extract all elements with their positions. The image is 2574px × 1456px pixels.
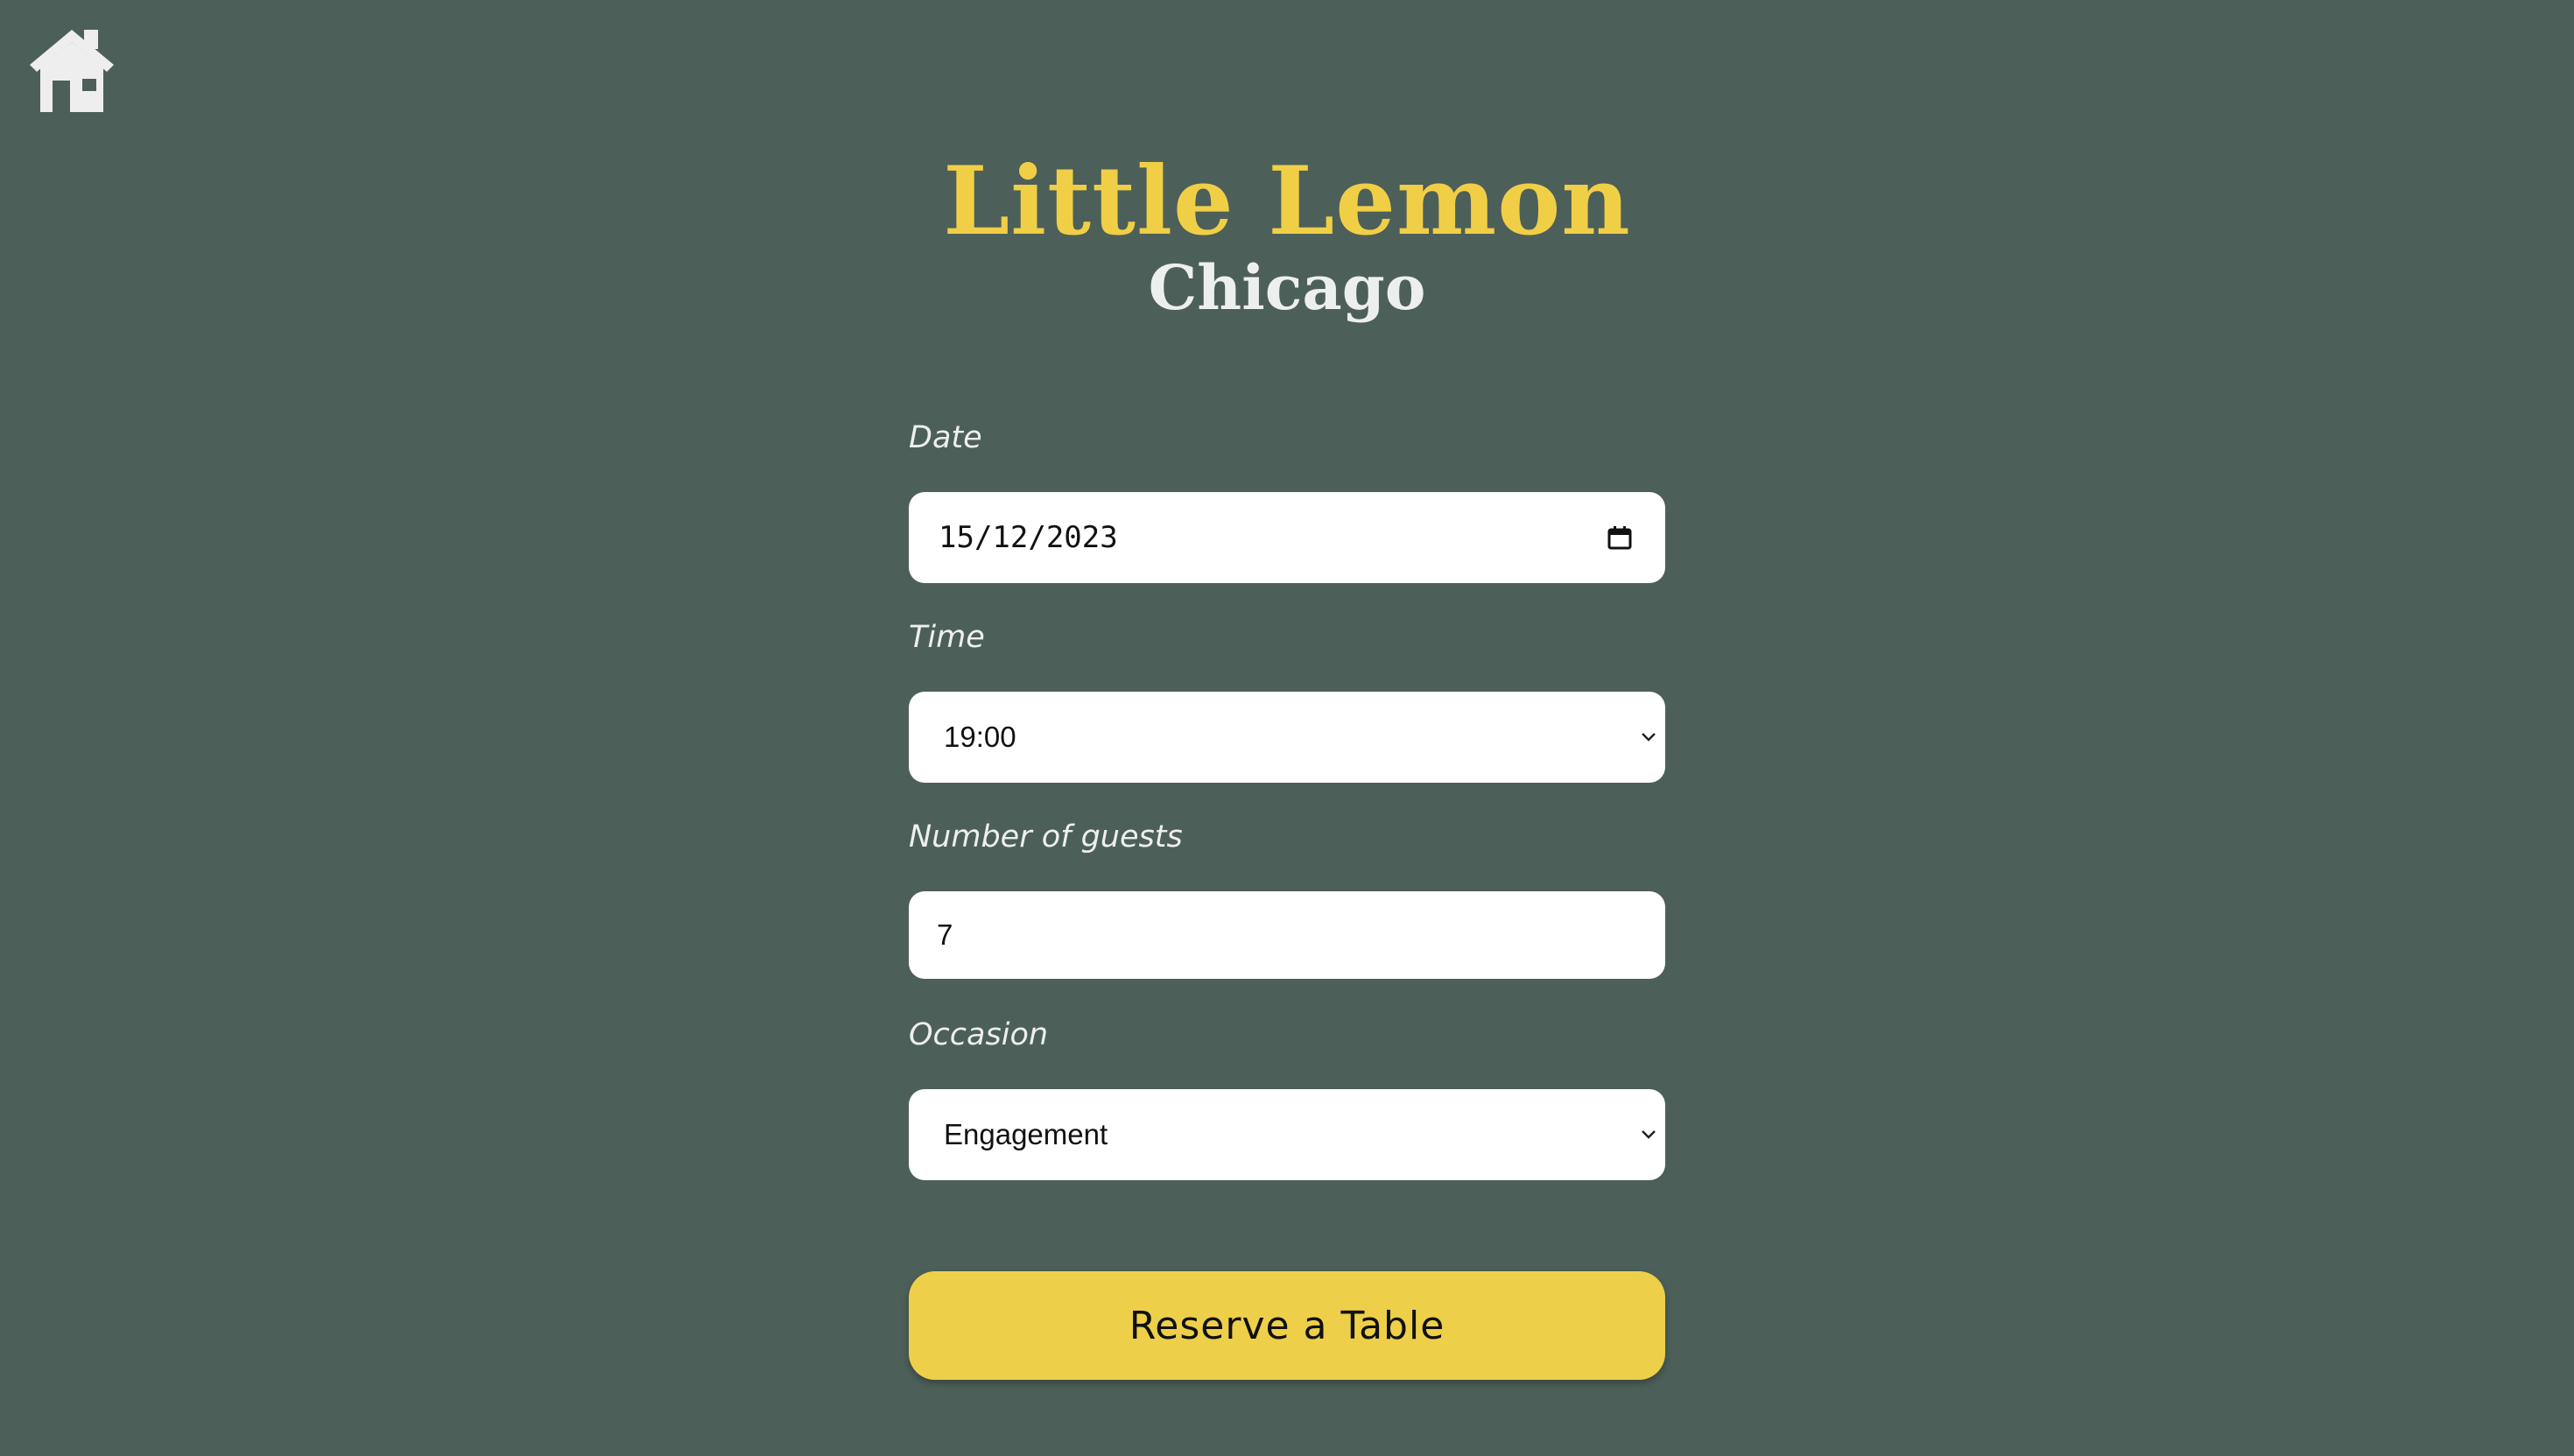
reserve-table-button[interactable]: Reserve a Table [909, 1271, 1665, 1380]
page-subtitle: Chicago [1148, 251, 1426, 324]
occasion-value: Engagement [944, 1118, 1108, 1150]
time-select[interactable]: 19:00 [909, 692, 1665, 783]
page-title: Little Lemon [943, 146, 1631, 257]
date-input[interactable]: 15/12/2023 [909, 492, 1665, 583]
time-label: Time [909, 620, 985, 655]
time-value: 19:00 [944, 721, 1016, 753]
guests-value: 7 [937, 918, 953, 951]
date-value: 15/12/2023 [939, 520, 1118, 555]
calendar-icon[interactable] [1607, 525, 1632, 550]
guests-input[interactable]: 7 [909, 891, 1665, 979]
home-link[interactable] [26, 26, 117, 114]
occasion-select[interactable]: Engagement [909, 1089, 1665, 1180]
date-label: Date [909, 420, 982, 455]
chevron-down-icon [1642, 1130, 1656, 1139]
home-icon [30, 30, 114, 112]
reservation-form: Date 15/12/2023 Time 19:00 Number of gue… [909, 403, 1665, 1380]
occasion-label: Occasion [909, 1017, 1049, 1052]
guests-label: Number of guests [909, 819, 1183, 855]
chevron-down-icon [1642, 733, 1656, 742]
